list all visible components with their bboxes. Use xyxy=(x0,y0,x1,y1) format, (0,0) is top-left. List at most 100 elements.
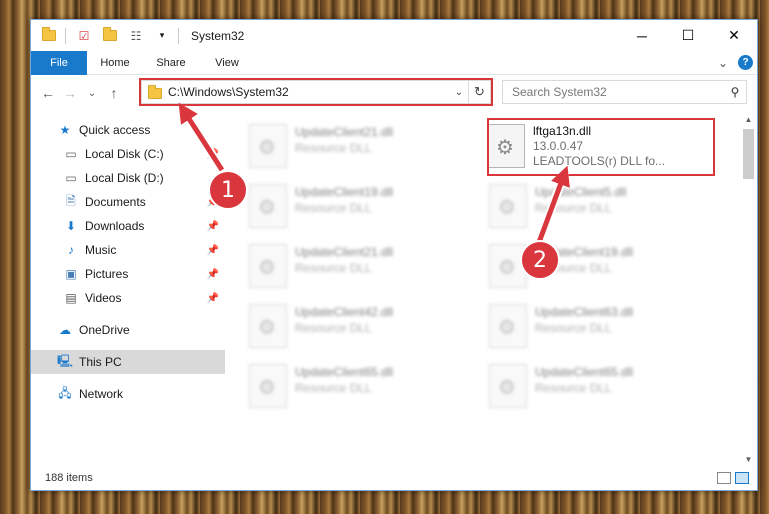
file-item[interactable]: UpdateClient19.dll Resource DLL xyxy=(471,238,697,298)
search-input[interactable]: Search System32 ⚲ xyxy=(502,80,747,104)
details-view-icon[interactable] xyxy=(717,472,731,484)
file-explorer-window: ☑ ☷ ▾ System32 ─ ☐ ✕ File Home Share Vie… xyxy=(30,19,758,491)
address-highlight-box xyxy=(139,78,493,106)
dll-file-icon xyxy=(489,364,527,408)
ribbon-tabs: File Home Share View ⌄ ? xyxy=(31,50,757,75)
network-icon: 🖧 xyxy=(58,385,72,400)
file-type: Resource DLL xyxy=(295,141,372,155)
recent-locations-button[interactable]: ⌄ xyxy=(81,88,103,99)
file-name: UpdateClient5.dll xyxy=(535,185,627,199)
view-options-icon[interactable]: ☷ xyxy=(128,28,144,44)
sidebar-item-network[interactable]: 🖧 Network xyxy=(31,382,225,406)
file-name: UpdateClient21.dll xyxy=(295,245,394,259)
file-item[interactable]: UpdateClient65.dll Resource DLL xyxy=(471,358,697,418)
cloud-icon: ☁ xyxy=(59,323,71,337)
sidebar-item-quick-access[interactable]: ★ Quick access xyxy=(31,118,225,142)
maximize-button[interactable]: ☐ xyxy=(665,20,711,51)
file-type: Resource DLL xyxy=(295,381,372,395)
file-name: UpdateClient65.dll xyxy=(295,365,394,379)
tab-file[interactable]: File xyxy=(31,50,87,75)
expand-ribbon-icon[interactable]: ⌄ xyxy=(718,56,728,70)
sidebar-item-downloads[interactable]: ⬇ Downloads 📌 xyxy=(31,214,225,238)
file-item[interactable]: UpdateClient19.dll Resource DLL xyxy=(231,178,457,238)
sidebar-item-local-disk-d[interactable]: ▭ Local Disk (D:) xyxy=(31,166,225,190)
file-type: Resource DLL xyxy=(535,321,612,335)
navigation-pane: ★ Quick access ▭ Local Disk (C:) 📌 ▭ Loc… xyxy=(31,118,225,448)
pin-icon[interactable]: 📌 xyxy=(207,221,219,232)
tab-home[interactable]: Home xyxy=(87,57,143,69)
sidebar-item-documents[interactable]: 🗎 Documents 📌 xyxy=(31,190,225,214)
tab-share[interactable]: Share xyxy=(143,57,199,69)
file-name: UpdateClient63.dll xyxy=(535,305,634,319)
file-type: Resource DLL xyxy=(295,261,372,275)
navigation-bar: ← → ⌄ ↑ C:\Windows\System32 ⌄ ↻ Search S… xyxy=(31,78,757,108)
dll-file-icon xyxy=(249,364,287,408)
pin-icon[interactable]: 📌 xyxy=(207,245,219,256)
sidebar-item-videos[interactable]: ▤ Videos 📌 xyxy=(31,286,225,310)
sidebar-item-label: OneDrive xyxy=(79,323,130,337)
properties-icon[interactable]: ☑ xyxy=(76,28,92,44)
search-placeholder: Search System32 xyxy=(512,85,607,99)
sidebar-item-label: Local Disk (D:) xyxy=(85,171,164,185)
scrollbar-thumb[interactable] xyxy=(743,129,754,179)
dll-file-icon xyxy=(249,244,287,288)
file-item[interactable]: UpdateClient21.dll Resource DLL xyxy=(231,238,457,298)
sidebar-item-label: Videos xyxy=(85,291,122,305)
up-button[interactable]: ↑ xyxy=(103,85,125,101)
status-bar: 188 items xyxy=(31,466,757,490)
tiles-view-icon[interactable] xyxy=(735,472,749,484)
back-button[interactable]: ← xyxy=(37,85,59,101)
sidebar-item-label: Documents xyxy=(85,195,146,209)
file-name: UpdateClient65.dll xyxy=(535,365,634,379)
videos-icon: ▤ xyxy=(65,291,77,305)
window-title: System32 xyxy=(191,28,245,43)
minimize-button[interactable]: ─ xyxy=(619,20,665,51)
pictures-icon: ▣ xyxy=(65,267,77,281)
computer-icon: 🖳 xyxy=(57,353,74,368)
file-highlight-box xyxy=(487,118,715,176)
file-item[interactable]: UpdateClient5.dll Resource DLL xyxy=(471,178,697,238)
customize-toolbar-icon[interactable]: ▾ xyxy=(154,28,170,44)
documents-icon: 🗎 xyxy=(66,193,76,208)
dll-file-icon xyxy=(249,184,287,228)
pin-icon[interactable]: 📌 xyxy=(207,269,219,280)
file-item[interactable]: UpdateClient42.dll Resource DLL xyxy=(231,298,457,358)
file-type: Resource DLL xyxy=(295,201,372,215)
new-folder-icon[interactable] xyxy=(102,27,118,44)
forward-button[interactable]: → xyxy=(59,85,81,101)
sidebar-item-music[interactable]: ♪ Music 📌 xyxy=(31,238,225,262)
sidebar-item-local-disk-c[interactable]: ▭ Local Disk (C:) 📌 xyxy=(31,142,225,166)
file-item[interactable]: UpdateClient65.dll Resource DLL xyxy=(231,358,457,418)
downloads-icon: ⬇ xyxy=(65,219,77,233)
drive-icon: ▭ xyxy=(65,147,77,161)
dll-file-icon xyxy=(489,184,527,228)
help-icon[interactable]: ? xyxy=(738,55,753,70)
sidebar-item-label: Downloads xyxy=(85,219,145,233)
file-name: UpdateClient42.dll xyxy=(295,305,394,319)
file-name: UpdateClient19.dll xyxy=(295,185,394,199)
tab-view[interactable]: View xyxy=(199,57,255,69)
file-name: UpdateClient21.dll xyxy=(295,125,394,139)
folder-icon xyxy=(41,27,57,44)
callout-2: 2 xyxy=(520,240,560,280)
close-button[interactable]: ✕ xyxy=(711,20,757,51)
divider xyxy=(65,27,66,44)
dll-file-icon xyxy=(489,304,527,348)
sidebar-item-label: This PC xyxy=(79,355,122,369)
music-icon: ♪ xyxy=(68,243,74,257)
sidebar-item-pictures[interactable]: ▣ Pictures 📌 xyxy=(31,262,225,286)
file-type: Resource DLL xyxy=(295,321,372,335)
dll-file-icon xyxy=(249,304,287,348)
file-item[interactable]: UpdateClient21.dll Resource DLL xyxy=(231,118,457,178)
file-item[interactable]: UpdateClient63.dll Resource DLL xyxy=(471,298,697,358)
title-bar: ☑ ☷ ▾ System32 ─ ☐ ✕ xyxy=(31,20,757,51)
search-icon[interactable]: ⚲ xyxy=(724,85,746,99)
pin-icon[interactable]: 📌 xyxy=(207,293,219,304)
scroll-up-icon[interactable]: ▲ xyxy=(740,112,757,128)
sidebar-item-label: Music xyxy=(85,243,117,257)
sidebar-item-onedrive[interactable]: ☁ OneDrive xyxy=(31,318,225,342)
sidebar-item-this-pc[interactable]: 🖳 This PC xyxy=(31,350,225,374)
star-icon: ★ xyxy=(59,123,71,137)
vertical-scrollbar[interactable]: ▲ ▼ xyxy=(740,112,757,468)
pin-icon[interactable]: 📌 xyxy=(207,149,219,160)
